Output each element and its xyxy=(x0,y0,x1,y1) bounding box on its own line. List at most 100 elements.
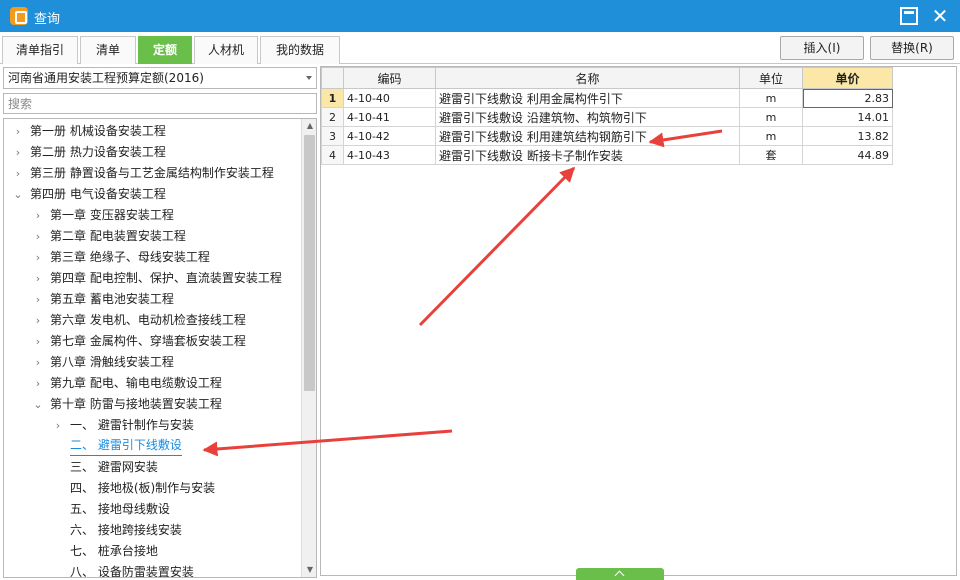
tree-item[interactable]: › 第一册 机械设备安装工程 xyxy=(4,121,300,142)
chevron-right-icon[interactable]: › xyxy=(32,268,44,289)
price-cell[interactable]: 13.82 xyxy=(802,126,893,146)
chevron-down-icon[interactable] xyxy=(306,76,312,80)
tree-item[interactable]: › 第八章 滑触线安装工程 xyxy=(4,352,300,373)
quota-library-select[interactable]: 河南省通用安装工程预算定额(2016) xyxy=(3,67,317,89)
tab-bill[interactable]: 清单 xyxy=(80,36,136,64)
tree-item[interactable]: 七、 桩承台接地 xyxy=(4,541,300,562)
price-cell[interactable]: 2.83 xyxy=(802,88,893,108)
row-number[interactable]: 1 xyxy=(321,88,344,108)
tree-item-label: 第七章 金属构件、穿墙套板安装工程 xyxy=(50,334,246,348)
price-cell[interactable]: 44.89 xyxy=(802,145,893,165)
tree-item[interactable]: › 第一章 变压器安装工程 xyxy=(4,205,300,226)
tree-item-label: 第三章 绝缘子、母线安装工程 xyxy=(50,250,210,264)
tab-bill-guide[interactable]: 清单指引 xyxy=(2,36,78,64)
table-row[interactable]: 2 4-10-41 避雷引下线敷设 沿建筑物、构筑物引下 m 14.01 xyxy=(321,107,893,127)
maximize-button[interactable] xyxy=(900,7,918,25)
tree-item[interactable]: › 第二章 配电装置安装工程 xyxy=(4,226,300,247)
tree-item-label: 第一章 变压器安装工程 xyxy=(50,208,174,222)
tree-item[interactable]: ⌄ 第四册 电气设备安装工程 xyxy=(4,184,300,205)
tree-item-label: 第二册 热力设备安装工程 xyxy=(30,145,166,159)
tree-item-label: 三、 避雷网安装 xyxy=(70,460,158,474)
tab-my-data[interactable]: 我的数据 xyxy=(260,36,340,64)
tree-item[interactable]: 四、 接地极(板)制作与安装 xyxy=(4,478,300,499)
tree-item[interactable]: › 第五章 蓄电池安装工程 xyxy=(4,289,300,310)
tree-item-label: 第六章 发电机、电动机检查接线工程 xyxy=(50,313,246,327)
name-cell[interactable]: 避雷引下线敷设 断接卡子制作安装 xyxy=(435,145,740,165)
tree-item[interactable]: 三、 避雷网安装 xyxy=(4,457,300,478)
row-number[interactable]: 3 xyxy=(321,126,344,146)
tree-item[interactable]: 六、 接地跨接线安装 xyxy=(4,520,300,541)
quota-library-value: 河南省通用安装工程预算定额(2016) xyxy=(8,71,204,85)
tree-item[interactable]: › 第六章 发电机、电动机检查接线工程 xyxy=(4,310,300,331)
tree-item-label: 六、 接地跨接线安装 xyxy=(70,523,182,537)
unit-header[interactable]: 单位 xyxy=(739,67,803,89)
tree-item-label: 第一册 机械设备安装工程 xyxy=(30,124,166,138)
tree-item[interactable]: › 一、 避雷针制作与安装 xyxy=(4,415,300,436)
code-cell[interactable]: 4-10-42 xyxy=(343,126,436,146)
tree-item[interactable]: › 第七章 金属构件、穿墙套板安装工程 xyxy=(4,331,300,352)
name-cell[interactable]: 避雷引下线敷设 利用金属构件引下 xyxy=(435,88,740,108)
chevron-right-icon[interactable]: › xyxy=(12,163,24,184)
chevron-right-icon[interactable]: › xyxy=(12,142,24,163)
tree-item-label: 二、 避雷引下线敷设 xyxy=(70,436,182,456)
window-title: 查询 xyxy=(34,12,61,27)
code-cell[interactable]: 4-10-43 xyxy=(343,145,436,165)
table-row[interactable]: 1 4-10-40 避雷引下线敷设 利用金属构件引下 m 2.83 xyxy=(321,88,893,108)
tree-item[interactable]: › 第四章 配电控制、保护、直流装置安装工程 xyxy=(4,268,300,289)
price-cell[interactable]: 14.01 xyxy=(802,107,893,127)
tree-scrollbar[interactable]: ▲ ▼ xyxy=(301,119,316,577)
chevron-right-icon[interactable]: › xyxy=(32,289,44,310)
unit-cell[interactable]: m xyxy=(739,126,803,146)
chevron-down-icon[interactable]: ⌄ xyxy=(32,394,44,415)
tree-item-label: 四、 接地极(板)制作与安装 xyxy=(70,481,216,495)
code-cell[interactable]: 4-10-41 xyxy=(343,107,436,127)
scrollbar-thumb[interactable] xyxy=(304,135,315,391)
tab-quota[interactable]: 定额 xyxy=(138,36,192,64)
unit-cell[interactable]: m xyxy=(739,107,803,127)
tree-item-label: 一、 避雷针制作与安装 xyxy=(70,418,194,432)
tree-item[interactable]: › 第三章 绝缘子、母线安装工程 xyxy=(4,247,300,268)
chevron-right-icon[interactable]: › xyxy=(32,352,44,373)
code-cell[interactable]: 4-10-40 xyxy=(343,88,436,108)
tree-item[interactable]: 五、 接地母线敷设 xyxy=(4,499,300,520)
scroll-down-icon[interactable]: ▼ xyxy=(302,563,316,577)
unit-cell[interactable]: m xyxy=(739,88,803,108)
tree-item[interactable]: 八、 设备防雷装置安装 xyxy=(4,562,300,577)
tree-item[interactable]: › 第三册 静置设备与工艺金属结构制作安装工程 xyxy=(4,163,300,184)
collapse-handle[interactable] xyxy=(576,568,664,580)
quota-grid: 编码 名称 单位 单价 1 4-10-40 避雷引下线敷设 利用金属构件引下 m 2.8… xyxy=(320,66,957,576)
table-row[interactable]: 4 4-10-43 避雷引下线敷设 断接卡子制作安装套 44.89 xyxy=(321,145,893,165)
close-button[interactable]: ✕ xyxy=(928,4,952,28)
tree-item[interactable]: › 第九章 配电、输电电缆敷设工程 xyxy=(4,373,300,394)
left-panel: 河南省通用安装工程预算定额(2016) 八、 设备防雷装置安装七、 桩承台接地 六… xyxy=(3,66,317,578)
chevron-down-icon[interactable]: ⌄ xyxy=(12,184,24,205)
title-bar: 查询 ✕ xyxy=(0,0,960,32)
unit-cell[interactable]: 套 xyxy=(739,145,803,165)
chevron-right-icon[interactable]: › xyxy=(32,310,44,331)
row-number[interactable]: 2 xyxy=(321,107,344,127)
tab-labor-material-machine[interactable]: 人材机 xyxy=(194,36,258,64)
chevron-right-icon[interactable]: › xyxy=(32,226,44,247)
price-header[interactable]: 单价 xyxy=(802,67,893,89)
name-cell[interactable]: 避雷引下线敷设 利用建筑结构钢筋引下 xyxy=(435,126,740,146)
chevron-right-icon[interactable]: › xyxy=(12,121,24,142)
tree-item[interactable]: › 第二册 热力设备安装工程 xyxy=(4,142,300,163)
chevron-right-icon[interactable]: › xyxy=(32,205,44,226)
name-header[interactable]: 名称 xyxy=(435,67,740,89)
chevron-right-icon[interactable]: › xyxy=(32,247,44,268)
tree-item[interactable]: ⌄ 第十章 防雷与接地装置安装工程 xyxy=(4,394,300,415)
name-cell[interactable]: 避雷引下线敷设 沿建筑物、构筑物引下 xyxy=(435,107,740,127)
search-input[interactable] xyxy=(3,93,317,114)
chevron-right-icon[interactable]: › xyxy=(32,331,44,352)
replace-button[interactable]: 替换(R) xyxy=(870,36,954,60)
insert-button[interactable]: 插入(I) xyxy=(780,36,864,60)
code-header[interactable]: 编码 xyxy=(343,67,436,89)
scroll-up-icon[interactable]: ▲ xyxy=(302,119,316,133)
row-number[interactable]: 4 xyxy=(321,145,344,165)
tree-item[interactable]: 二、 避雷引下线敷设 xyxy=(4,436,300,457)
table-header-row: 编码 名称 单位 单价 xyxy=(321,67,893,89)
chevron-right-icon[interactable]: › xyxy=(32,373,44,394)
chevron-right-icon[interactable]: › xyxy=(52,415,64,436)
table-row[interactable]: 3 4-10-42 避雷引下线敷设 利用建筑结构钢筋引下 m 13.82 xyxy=(321,126,893,146)
chapter-tree: 八、 设备防雷装置安装 七、 桩承台接地 六、 接地跨接线安装 五、 接地母线敷设 四、… xyxy=(3,118,317,578)
